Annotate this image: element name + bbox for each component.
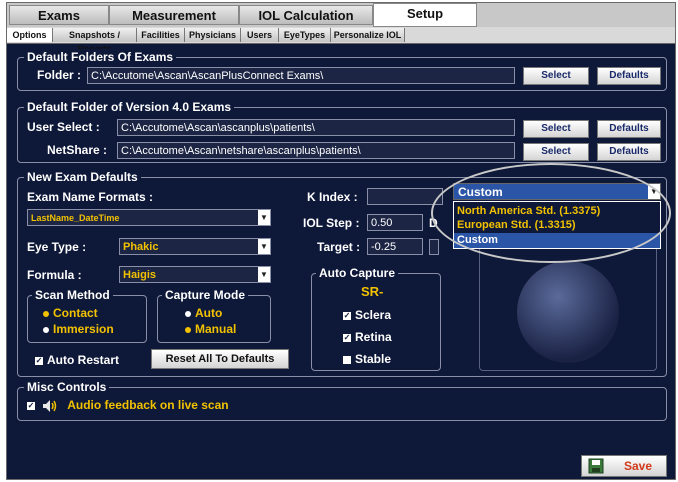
capture-mode-auto-radio[interactable]: Auto [185,306,222,320]
checkbox-checked-icon: ✓ [35,355,43,365]
netshare-select-button[interactable]: Select [523,143,589,161]
user-select-defaults-button[interactable]: Defaults [597,120,661,138]
default-folders-legend: Default Folders Of Exams [24,49,177,65]
formula-dropdown[interactable]: Haigis ▼ [119,266,271,283]
new-exam-defaults-legend: New Exam Defaults [24,169,141,185]
user-select-select-button[interactable]: Select [523,120,589,138]
auto-restart-checkbox[interactable]: ✓ Auto Restart [35,352,119,368]
stable-checkbox[interactable]: Stable [343,351,391,367]
k-index-field[interactable] [367,188,443,205]
subtab-facilities[interactable]: Facilities [137,28,185,42]
iol-step-field[interactable]: 0.50 [367,214,423,231]
eye-type-dropdown[interactable]: Phakic ▼ [119,238,271,255]
formula-label: Formula : [27,268,82,282]
audio-feedback-checkbox[interactable]: ✓ Audio feedback on live scan [27,397,229,413]
main-tab-bar: Exams Measurement IOL Calculation Setup [7,3,675,27]
highlight-ellipse [431,163,671,263]
radio-unselected-icon [185,310,191,317]
dropdown-arrow-icon: ▼ [258,267,270,282]
save-button[interactable]: Save [581,455,667,477]
radio-selected-icon [185,326,191,333]
auto-capture-mode: SR- [361,284,384,299]
dropdown-arrow-icon: ▼ [258,210,270,225]
target-label: Target : [317,240,361,254]
v4-folder-legend: Default Folder of Version 4.0 Exams [24,99,235,115]
tab-measurement[interactable]: Measurement [109,5,239,25]
netshare-defaults-button[interactable]: Defaults [597,143,661,161]
target-field[interactable]: -0.25 [367,238,423,255]
user-select-label: User Select : [27,120,100,134]
speaker-icon [43,399,57,412]
subtab-personalize-iol[interactable]: Personalize IOL [331,28,405,42]
exam-name-format-dropdown[interactable]: LastName_DateTime ▼ [27,209,271,226]
folder-label: Folder : [37,68,81,82]
checkbox-unchecked-icon [343,355,351,364]
radio-unselected-icon [43,326,49,333]
folder-path-field[interactable]: C:\Accutome\Ascan\AscanPlusConnect Exams… [87,67,515,84]
subtab-eyetypes[interactable]: EyeTypes [279,28,331,42]
target-unit-box [429,239,439,255]
sub-tab-bar: Options Snapshots / Reports Facilities P… [7,27,675,54]
reset-all-to-defaults-button[interactable]: Reset All To Defaults [151,349,289,369]
subtab-options[interactable]: Options [7,28,53,42]
user-select-path-field[interactable]: C:\Accutome\Ascan\ascanplus\patients\ [117,119,515,136]
netshare-label: NetShare : [47,143,108,157]
setup-window: Exams Measurement IOL Calculation Setup … [6,2,676,480]
checkbox-checked-icon: ✓ [343,332,351,342]
folder-select-button[interactable]: Select [523,67,589,85]
tab-exams[interactable]: Exams [9,5,109,25]
capture-mode-manual-radio[interactable]: Manual [185,322,236,336]
radio-selected-icon [43,310,49,317]
scan-method-legend: Scan Method [32,287,113,303]
checkbox-checked-icon: ✓ [27,400,35,410]
tab-setup[interactable]: Setup [373,3,477,27]
netshare-path-field[interactable]: C:\Accutome\Ascan\netshare\ascanplus\pat… [117,142,515,159]
capture-mode-legend: Capture Mode [162,287,249,303]
eye-type-label: Eye Type : [27,240,87,254]
exam-name-formats-label: Exam Name Formats : [27,190,154,204]
tab-iol-calculation[interactable]: IOL Calculation [239,5,373,25]
subtab-snapshots-reports[interactable]: Snapshots / Reports [53,28,137,54]
scan-method-immersion-radio[interactable]: Immersion [43,322,114,336]
eye-globe-image [517,261,619,363]
iol-step-label: IOL Step : [303,216,360,230]
folder-defaults-button[interactable]: Defaults [597,67,661,85]
checkbox-checked-icon: ✓ [343,310,351,320]
misc-controls-legend: Misc Controls [24,379,110,395]
subtab-physicians[interactable]: Physicians [185,28,241,42]
retina-checkbox[interactable]: ✓ Retina [343,329,392,345]
k-index-label: K Index : [307,190,358,204]
auto-capture-legend: Auto Capture [316,265,398,281]
scan-method-contact-radio[interactable]: Contact [43,306,98,320]
save-disk-icon [588,458,604,474]
subtab-users[interactable]: Users [241,28,279,42]
dropdown-arrow-icon: ▼ [258,239,270,254]
sclera-checkbox[interactable]: ✓ Sclera [343,307,391,323]
